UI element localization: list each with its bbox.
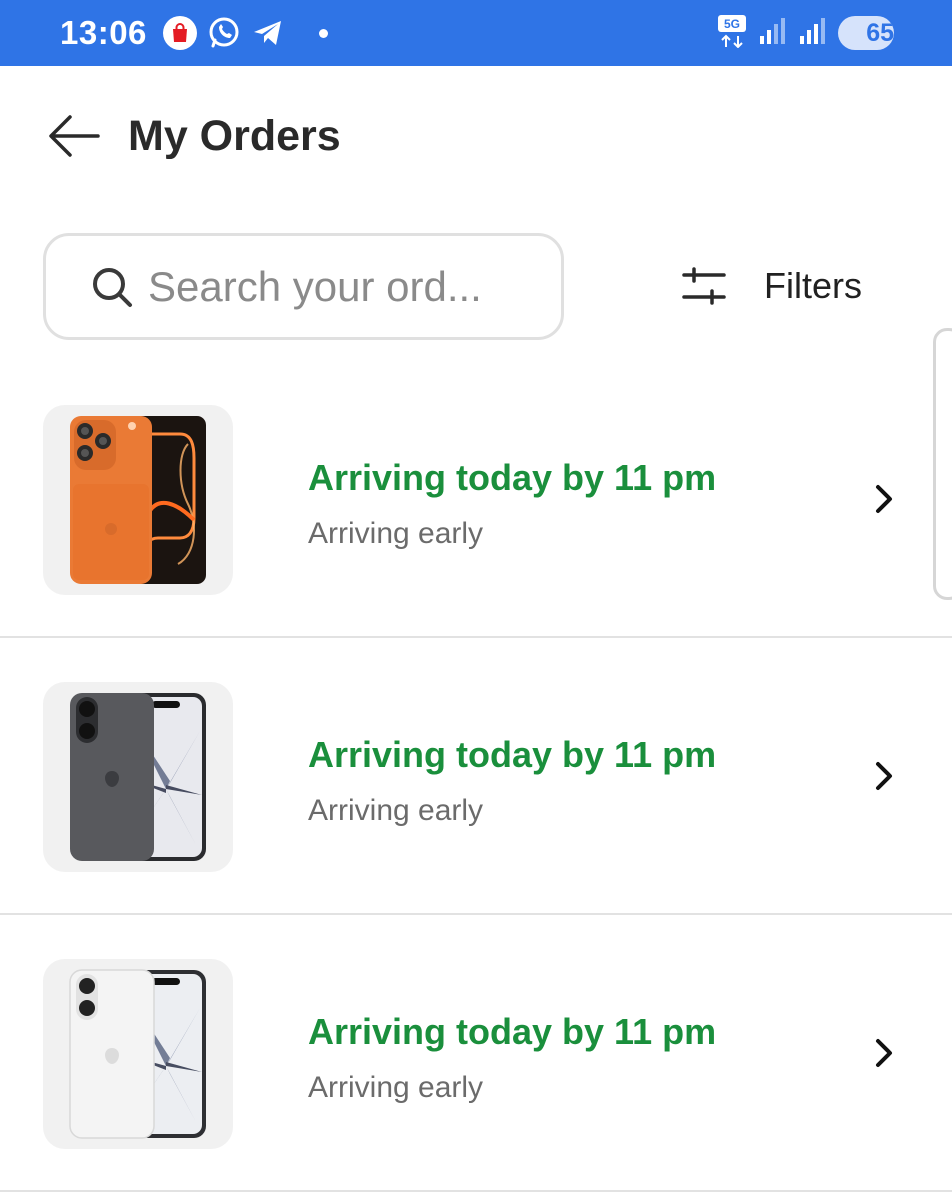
shopping-bag-app-icon <box>162 16 197 50</box>
order-list-item[interactable]: Arriving today by 11 pm Arriving early <box>0 915 952 1192</box>
notification-dot <box>318 28 328 38</box>
network-5g-icon: 5G <box>716 14 748 53</box>
white-phone-image <box>69 969 206 1139</box>
order-status: Arriving today by 11 pm <box>308 457 717 498</box>
filters-label: Filters <box>764 265 862 306</box>
status-bar: 13:06 5G 65 <box>0 0 952 66</box>
search-icon <box>93 267 132 307</box>
whatsapp-icon <box>207 16 241 50</box>
status-time: 13:06 <box>60 14 147 51</box>
back-button[interactable] <box>48 110 100 162</box>
order-subtitle: Arriving early <box>308 794 484 827</box>
app-header: My Orders <box>0 66 952 206</box>
order-subtitle: Arriving early <box>308 1071 484 1104</box>
order-status: Arriving today by 11 pm <box>308 1011 717 1052</box>
chevron-right-icon <box>876 485 892 513</box>
order-subtitle: Arriving early <box>308 517 484 550</box>
arrow-left-icon <box>49 115 100 157</box>
svg-text:5G: 5G <box>724 17 740 31</box>
filters-button[interactable]: Filters <box>680 258 862 314</box>
black-phone-image <box>70 693 206 861</box>
status-bar-right: 5G 65 <box>716 14 894 53</box>
battery-level: 65 <box>866 18 894 47</box>
product-thumbnail <box>43 405 233 595</box>
order-status: Arriving today by 11 pm <box>308 734 717 775</box>
signal-1-icon <box>758 16 788 51</box>
product-thumbnail <box>43 959 233 1149</box>
chevron-right-icon <box>876 762 892 790</box>
status-bar-left: 13:06 <box>60 14 328 52</box>
order-list-item[interactable]: Arriving today by 11 pm Arriving early <box>0 361 952 638</box>
product-thumbnail <box>43 682 233 872</box>
sliders-icon <box>682 267 726 305</box>
search-box[interactable] <box>43 233 564 340</box>
signal-2-icon <box>798 16 828 51</box>
telegram-icon <box>251 16 285 50</box>
orange-phone-image <box>70 416 206 584</box>
chevron-right-icon <box>876 1039 892 1067</box>
battery-indicator: 65 <box>838 16 894 50</box>
search-input[interactable] <box>148 262 528 311</box>
order-list-item[interactable]: Arriving today by 11 pm Arriving early <box>0 638 952 915</box>
page-title: My Orders <box>128 111 341 160</box>
